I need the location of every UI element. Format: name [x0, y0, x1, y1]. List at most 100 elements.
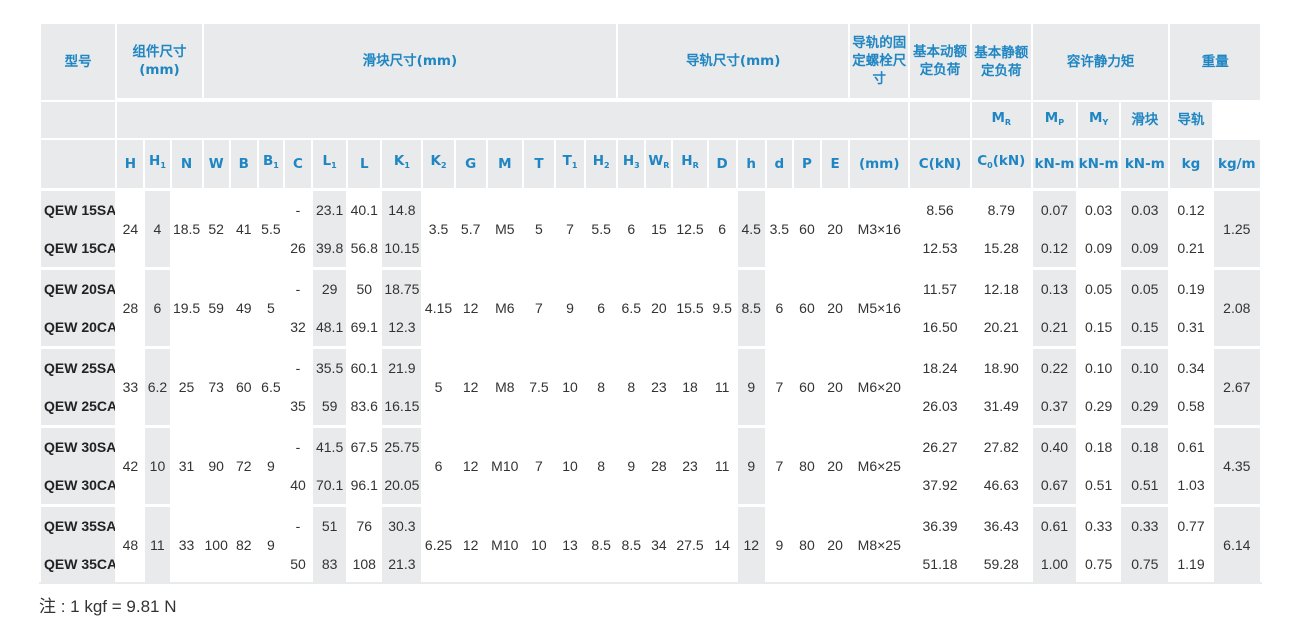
header-weight-rail: 导轨: [1168, 100, 1214, 140]
table-cell: 20: [644, 266, 674, 347]
table-cell: 9: [735, 345, 767, 426]
table-cell: 2.67: [1211, 345, 1263, 426]
table-row: QEW 35SA 48 11 33 100 82 9-51 76 30.3 6.25 12 M10 10…: [38, 503, 1263, 583]
table-cell: 0.22: [1030, 345, 1079, 387]
table-cell: 0.18: [1119, 424, 1171, 466]
table-cell: 26.03: [908, 386, 972, 427]
table-cell: 0.29: [1119, 386, 1171, 427]
table-cell: 4.35: [1211, 424, 1263, 505]
table-cell: 0.12: [1030, 228, 1079, 269]
col-W: W: [201, 138, 231, 190]
table-cell: 0.75: [1119, 544, 1171, 584]
table-cell: 6: [764, 266, 794, 347]
table-cell: 60: [791, 187, 823, 268]
table-cell: 83.6: [346, 386, 383, 427]
table-cell: 0.05: [1119, 266, 1171, 308]
table-cell: 12.53: [908, 228, 972, 269]
model-cell: QEW 35CA: [38, 544, 118, 584]
table-cell: 4.5: [735, 187, 767, 268]
table-cell: M8×25: [848, 503, 911, 583]
model-cell: QEW 15CA: [38, 228, 118, 269]
table-cell: 23.1: [311, 187, 349, 229]
table-cell: 28: [115, 266, 146, 347]
spec-table: 型号 组件尺寸(mm) 滑块尺寸(mm) 导轨尺寸(mm) 导轨的固定螺栓尺寸 …: [38, 22, 1262, 102]
table-cell: 9: [553, 266, 587, 347]
table-cell: 16.15: [380, 386, 424, 427]
table-cell: 59: [201, 266, 231, 347]
header-rail-bolt: 导轨的固定螺栓尺寸: [848, 22, 911, 100]
table-cell: 83: [311, 544, 349, 584]
table-cell: 30.3: [380, 503, 424, 545]
table-cell: 48.1: [311, 307, 349, 348]
table-cell: 6.5: [616, 266, 647, 347]
table-cell: 4: [143, 187, 172, 268]
table-cell: 6.5: [256, 345, 285, 426]
col-kgm: kg/m: [1211, 138, 1263, 190]
table-cell: 8.79: [969, 187, 1033, 229]
table-cell: 5.5: [256, 187, 285, 268]
table-cell: 49: [228, 266, 259, 347]
table-cell: 0.37: [1030, 386, 1079, 427]
table-cell: M6×25: [848, 424, 911, 505]
model-cell: QEW 15SA: [38, 187, 118, 229]
table-cell: 25: [169, 345, 204, 426]
table-cell: 11: [706, 345, 738, 426]
table-cell: 10: [143, 424, 172, 505]
table-cell: 16.50: [908, 307, 972, 348]
col-kg: kg: [1168, 138, 1214, 190]
table-cell: 0.33: [1119, 503, 1171, 545]
table-cell: 0.58: [1168, 386, 1214, 427]
col-P: P: [791, 138, 823, 190]
spec-table-body: QEW 15SA 24 4 18.5 52 41 5.5-23.1 40.1 14.8 3.5 5.…: [38, 187, 1263, 584]
table-cell: 76: [346, 503, 383, 545]
table-cell: 8: [584, 424, 619, 505]
table-cell: 6.25: [421, 503, 456, 583]
col-c0-unit: C0(kN): [969, 138, 1033, 190]
table-cell: -: [282, 345, 314, 387]
model-cell: QEW 25SA: [38, 345, 118, 387]
table-row: QEW 30SA 42 10 31 90 72 9-41.5 67.5 25.75 6 12 M10 7…: [38, 424, 1263, 505]
model-cell: QEW 35SA: [38, 503, 118, 545]
table-cell: 0.40: [1030, 424, 1079, 466]
col-H2: H2: [584, 138, 619, 190]
table-cell: 0.15: [1076, 307, 1122, 348]
table-cell: 6: [143, 266, 172, 347]
table-cell: 56.8: [346, 228, 383, 269]
table-cell: 20: [820, 266, 851, 347]
footnote: 注 : 1 kgf = 9.81 N: [39, 597, 177, 616]
col-h: h: [735, 138, 767, 190]
table-cell: 15: [644, 187, 674, 268]
table-cell: 11: [143, 503, 172, 583]
header-model-cont2: [38, 138, 118, 190]
table-cell: 0.29: [1076, 386, 1122, 427]
table-cell: 20: [820, 424, 851, 505]
table-cell: 6.2: [143, 345, 172, 426]
table-cell: 0.10: [1119, 345, 1171, 387]
table-cell: 2.08: [1211, 266, 1263, 347]
header-static-moment: 容许静力矩: [1030, 22, 1171, 102]
table-cell: 0.51: [1076, 465, 1122, 506]
table-cell: 0.10: [1076, 345, 1122, 387]
table-cell: 108: [346, 544, 383, 584]
table-cell: 9.5: [706, 266, 738, 347]
table-cell: 0.03: [1119, 187, 1171, 229]
table-cell: 27.82: [969, 424, 1033, 466]
table-cell: 7: [764, 424, 794, 505]
header-model: 型号: [38, 22, 118, 102]
table-cell: M5: [485, 187, 524, 268]
col-L: L: [346, 138, 383, 190]
spec-table-units: MR MP MY 滑块 导轨 H H1 N W B B1 C L1 L K1 K…: [38, 100, 1263, 584]
table-cell: 1.00: [1030, 544, 1079, 584]
table-cell: 50: [346, 266, 383, 308]
table-cell: 0.77: [1168, 503, 1214, 545]
table-cell: 6: [616, 187, 647, 268]
table-cell: 7: [553, 187, 587, 268]
table-cell: 0.03: [1076, 187, 1122, 229]
col-WR: WR: [644, 138, 674, 190]
header-my: MY: [1076, 100, 1122, 140]
table-cell: 26: [282, 228, 314, 269]
col-T: T: [521, 138, 556, 190]
col-K2: K2: [421, 138, 456, 190]
table-cell: 33: [115, 345, 146, 426]
table-cell: 0.05: [1076, 266, 1122, 308]
